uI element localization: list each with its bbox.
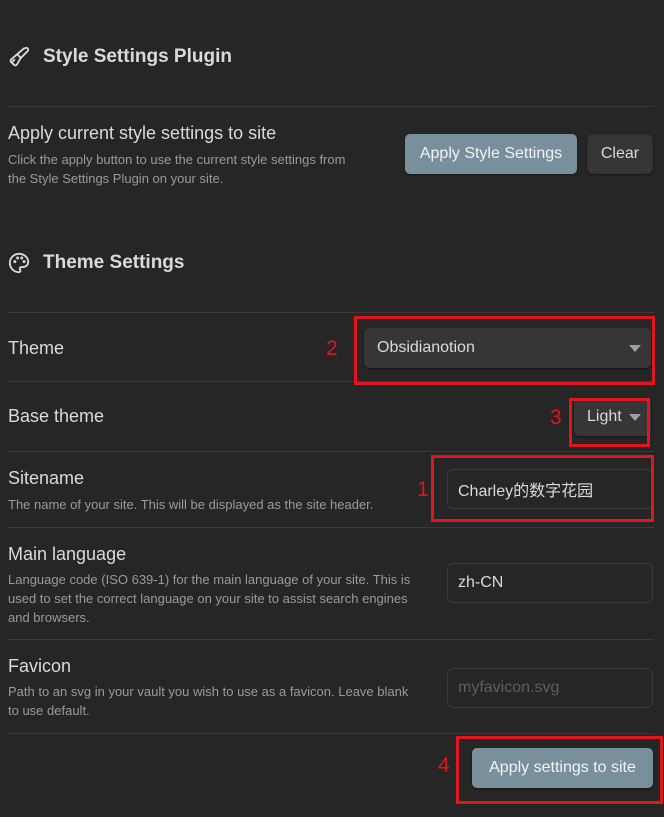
base-theme-select[interactable]: Light — [574, 398, 651, 436]
divider — [8, 639, 654, 640]
chevron-down-icon — [629, 414, 641, 421]
divider — [8, 451, 654, 452]
description-line: the Style Settings Plugin on your site. — [8, 171, 224, 186]
divider — [8, 733, 654, 734]
divider — [8, 106, 654, 107]
theme-settings-heading: Theme Settings — [8, 252, 184, 274]
setting-description: Click the apply button to use the curren… — [8, 150, 345, 188]
annotation-number: 3 — [550, 406, 562, 429]
base-theme-label: Base theme — [8, 406, 105, 426]
main-language-description: Language code (ISO 639-1) for the main l… — [8, 570, 410, 627]
clear-button[interactable]: Clear — [587, 134, 653, 174]
annotation-number: 1 — [417, 478, 429, 501]
apply-settings-button[interactable]: Apply settings to site — [472, 748, 653, 788]
setting-label: Apply current style settings to site — [8, 123, 277, 143]
apply-style-settings-button[interactable]: Apply Style Settings — [405, 134, 577, 174]
favicon-input[interactable]: myfavicon.svg — [447, 668, 653, 708]
divider — [8, 312, 654, 313]
description-line: Path to an svg in your vault you wish to… — [8, 684, 409, 699]
favicon-description: Path to an svg in your vault you wish to… — [8, 682, 408, 720]
favicon-label: Favicon — [8, 656, 72, 676]
sitename-description: The name of your site. This will be disp… — [8, 497, 374, 512]
main-language-label: Main language — [8, 544, 127, 564]
divider — [8, 381, 654, 382]
sitename-label: Sitename — [8, 468, 85, 488]
divider — [8, 527, 654, 528]
annotation-number: 2 — [326, 337, 338, 360]
style-settings-heading: Style Settings Plugin — [8, 46, 232, 68]
description-line: Language code (ISO 639-1) for the main l… — [8, 572, 411, 587]
description-line: and browsers. — [8, 610, 90, 625]
base-theme-select-value: Light — [587, 408, 622, 425]
main-language-input[interactable]: zh-CN — [447, 563, 653, 603]
description-line: used to set the correct language on your… — [8, 591, 408, 606]
annotation-number: 4 — [438, 754, 450, 777]
palette-icon — [8, 252, 30, 274]
sitename-input[interactable]: Charley的数字花园 — [447, 469, 653, 509]
chevron-down-icon — [629, 345, 641, 352]
description-line: Click the apply button to use the curren… — [8, 152, 346, 167]
theme-select[interactable]: Obsidianotion — [364, 328, 651, 368]
paintbrush-icon — [8, 46, 30, 68]
theme-label: Theme — [8, 338, 65, 358]
theme-select-value: Obsidianotion — [377, 339, 475, 356]
section-title: Style Settings Plugin — [43, 46, 232, 67]
description-line: to use default. — [8, 703, 90, 718]
section-title: Theme Settings — [43, 252, 185, 273]
